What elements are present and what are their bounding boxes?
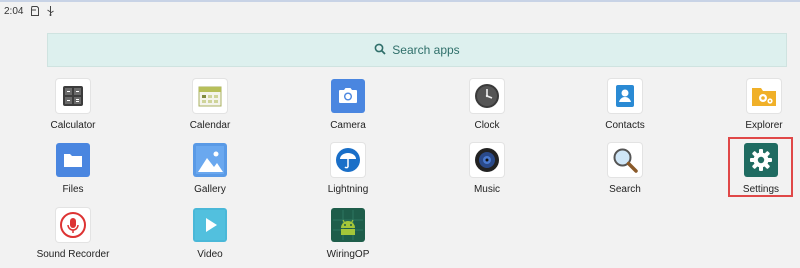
magnifier-icon	[608, 143, 642, 177]
folder-gear-icon	[747, 79, 781, 113]
app-label: Search	[609, 184, 641, 195]
app-clock[interactable]: Clock	[437, 79, 537, 139]
app-search[interactable]: Search	[575, 143, 675, 203]
camera-icon	[331, 79, 365, 113]
app-grid: Calculator Calendar Camera Clock Contact…	[0, 0, 800, 264]
calculator-icon	[56, 79, 90, 113]
app-label: Explorer	[745, 120, 783, 131]
app-sound-recorder[interactable]: Sound Recorder	[23, 208, 123, 268]
files-icon	[56, 143, 90, 177]
app-wiringop[interactable]: WiringOP	[298, 208, 398, 268]
contacts-icon	[608, 79, 642, 113]
app-video[interactable]: Video	[160, 208, 260, 268]
clock-icon	[470, 79, 504, 113]
calendar-icon	[193, 79, 227, 113]
app-label: Files	[62, 184, 84, 195]
app-label: Calculator	[50, 120, 96, 131]
app-label: Clock	[474, 120, 500, 131]
app-explorer[interactable]: Explorer	[714, 79, 800, 139]
app-label: Calendar	[189, 120, 231, 131]
app-gallery[interactable]: Gallery	[160, 143, 260, 203]
app-label: Gallery	[194, 184, 226, 195]
gear-icon	[744, 143, 778, 177]
app-music[interactable]: Music	[437, 143, 537, 203]
app-label: WiringOP	[326, 249, 370, 260]
app-label: Lightning	[327, 184, 369, 195]
app-calculator[interactable]: Calculator	[23, 79, 123, 139]
app-contacts[interactable]: Contacts	[575, 79, 675, 139]
app-lightning[interactable]: Lightning	[298, 143, 398, 203]
app-calendar[interactable]: Calendar	[160, 79, 260, 139]
android-icon	[331, 208, 365, 242]
app-settings[interactable]: Settings	[711, 143, 800, 203]
app-label: Camera	[330, 120, 366, 131]
app-label: Contacts	[605, 120, 645, 131]
play-icon	[193, 208, 227, 242]
music-icon	[470, 143, 504, 177]
app-files[interactable]: Files	[23, 143, 123, 203]
app-label: Settings	[742, 184, 780, 195]
lightning-icon	[331, 143, 365, 177]
app-label: Video	[197, 249, 223, 260]
microphone-icon	[56, 208, 90, 242]
gallery-icon	[193, 143, 227, 177]
app-camera[interactable]: Camera	[298, 79, 398, 139]
app-label: Sound Recorder	[36, 249, 110, 260]
app-label: Music	[473, 184, 501, 195]
